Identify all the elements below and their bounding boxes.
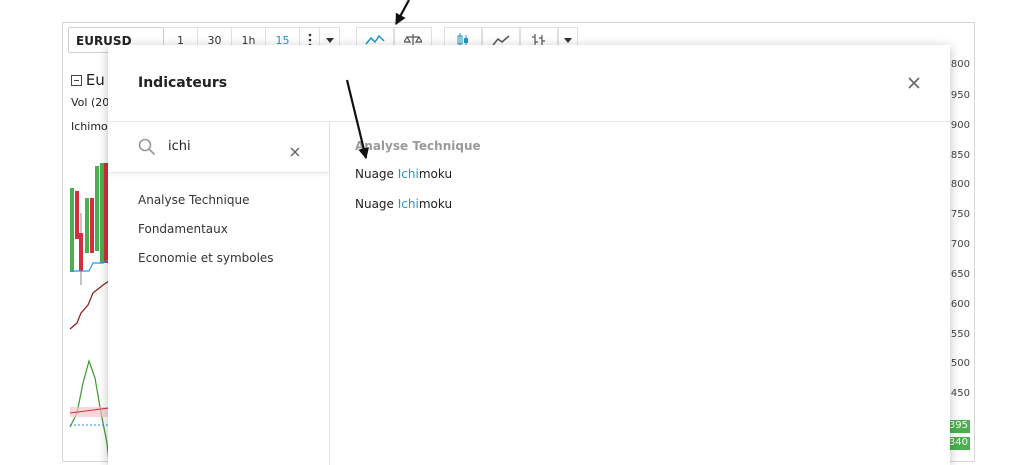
- candle: [100, 163, 104, 263]
- dialog-sidebar: Analyse Technique Fondamentaux Economie …: [108, 122, 330, 465]
- kijun-line: [69, 280, 110, 330]
- category-item[interactable]: Economie et symboles: [108, 247, 329, 276]
- price-label: 650: [950, 269, 970, 280]
- category-item[interactable]: Analyse Technique: [108, 189, 329, 218]
- candle: [75, 191, 79, 239]
- price-label: 750: [950, 209, 970, 220]
- match-highlight: Ichi: [397, 197, 419, 211]
- price-label: 850: [950, 150, 970, 161]
- candle: [79, 233, 83, 271]
- search-input[interactable]: [168, 136, 278, 156]
- price-label: 600: [950, 299, 970, 310]
- arrow-to-indicators-icon: [395, 0, 410, 25]
- price-label: 800: [950, 59, 970, 70]
- result-item[interactable]: Nuage Ichimoku: [355, 165, 481, 195]
- search-icon: [138, 138, 156, 160]
- candle: [85, 198, 89, 253]
- category-item[interactable]: Fondamentaux: [108, 218, 329, 247]
- indicators-dialog: Indicateurs Analyse Technique Fondamenta…: [108, 45, 950, 465]
- dialog-title: Indicateurs: [138, 75, 228, 91]
- result-item[interactable]: Nuage Ichimoku: [355, 195, 481, 225]
- candle: [90, 198, 94, 253]
- candle: [95, 166, 99, 251]
- price-label: 550: [950, 329, 970, 340]
- results-list: Analyse Technique Nuage Ichimoku Nuage I…: [355, 139, 481, 225]
- close-icon[interactable]: [904, 73, 924, 93]
- price-label: 900: [950, 120, 970, 131]
- dialog-header: Indicateurs: [108, 45, 950, 122]
- price-label: 450: [950, 388, 970, 399]
- price-label: 500: [950, 358, 970, 369]
- price-label: 700: [950, 239, 970, 250]
- clear-icon[interactable]: [290, 142, 300, 161]
- results-heading: Analyse Technique: [355, 139, 481, 153]
- candle: [70, 188, 74, 272]
- category-list: Analyse Technique Fondamentaux Economie …: [108, 173, 329, 276]
- search-box: [108, 122, 329, 173]
- match-highlight: Ichi: [397, 167, 419, 181]
- price-label: 950: [950, 90, 970, 101]
- candles: [70, 163, 108, 285]
- price-label: 800: [950, 179, 970, 190]
